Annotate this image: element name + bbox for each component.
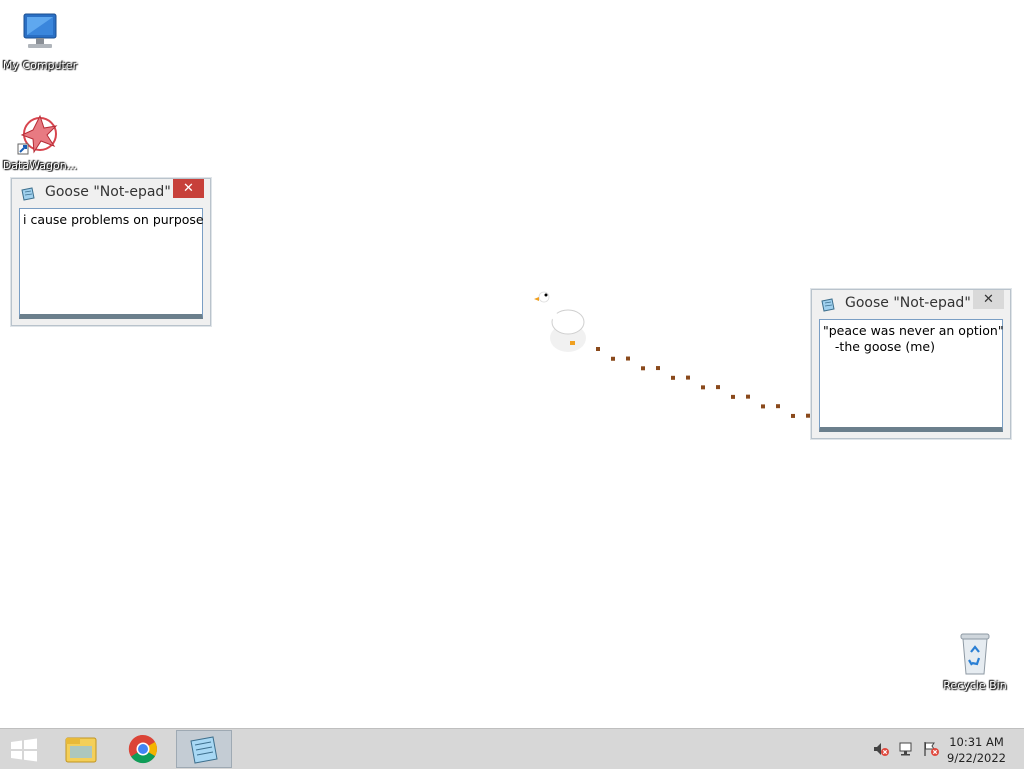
goose-footprint xyxy=(716,385,720,390)
goose-footprint xyxy=(596,347,600,351)
taskbar-chrome[interactable] xyxy=(115,730,171,768)
desktop-icon-my-computer[interactable]: My Computer xyxy=(0,10,80,72)
window-title: Goose "Not-epad" xyxy=(845,295,971,311)
file-explorer-icon xyxy=(65,737,97,763)
recycle-bin-icon xyxy=(951,630,999,678)
goose-footprint xyxy=(611,356,615,361)
goose-footprint xyxy=(806,413,810,418)
close-button[interactable]: ✕ xyxy=(973,290,1004,309)
clock-date: 9/22/2022 xyxy=(947,751,1006,765)
notepad-window[interactable]: Goose "Not-epad" ✕ "peace was never an o… xyxy=(811,289,1011,439)
goose-footprint xyxy=(776,404,780,409)
desktop-icon-recycle-bin[interactable]: Recycle Bin xyxy=(935,630,1015,692)
desktop: My Computer DataWagon... Recycle Bin Goo… xyxy=(0,0,1024,728)
goose-footprint xyxy=(761,404,765,409)
notepad-icon xyxy=(820,297,836,312)
notepad-icon xyxy=(20,186,36,201)
computer-icon xyxy=(16,10,64,58)
goose-footprint xyxy=(701,385,705,390)
desktop-icon-label: DataWagon... xyxy=(2,159,78,172)
taskbar: 10:31 AM 9/22/2022 xyxy=(0,728,1024,769)
goose-footprint xyxy=(731,394,735,399)
window-titlebar[interactable]: Goose "Not-epad" ✕ xyxy=(812,290,1010,318)
start-icon xyxy=(11,738,37,762)
goose-footprint xyxy=(791,413,795,418)
taskbar-notepad[interactable] xyxy=(176,730,232,768)
text-area[interactable]: "peace was never an option" -the goose (… xyxy=(819,319,1004,432)
start-button[interactable] xyxy=(0,730,48,768)
goose-footprint xyxy=(656,366,660,371)
window-titlebar[interactable]: Goose "Not-epad" ✕ xyxy=(12,179,210,207)
action-center-flag-icon[interactable] xyxy=(922,741,940,757)
goose-footprint xyxy=(746,394,750,399)
desktop-icon-datawagon[interactable]: DataWagon... xyxy=(0,110,80,172)
network-icon[interactable] xyxy=(898,741,916,757)
system-clock[interactable]: 10:31 AM 9/22/2022 xyxy=(947,734,1006,766)
notepad-icon xyxy=(190,736,218,764)
close-button[interactable]: ✕ xyxy=(173,179,204,198)
text-content: "peace was never an option" -the goose (… xyxy=(823,323,1004,354)
text-area[interactable]: i cause problems on purpose xyxy=(19,208,204,319)
goose-footprint xyxy=(686,375,690,380)
goose-footprint xyxy=(626,356,630,361)
goose-footprint xyxy=(671,375,675,380)
chrome-icon xyxy=(128,734,157,764)
goose-footprint xyxy=(641,366,645,371)
datawagon-icon xyxy=(16,110,64,158)
desktop-icon-label: Recycle Bin xyxy=(943,679,1007,692)
notepad-window[interactable]: Goose "Not-epad" ✕ i cause problems on p… xyxy=(11,178,211,326)
desktop-icon-label: My Computer xyxy=(2,59,78,72)
taskbar-file-explorer[interactable] xyxy=(54,730,110,768)
clock-time: 10:31 AM xyxy=(949,735,1004,749)
goose-sprite[interactable] xyxy=(534,291,586,352)
window-title: Goose "Not-epad" xyxy=(45,184,171,200)
text-content: i cause problems on purpose xyxy=(23,212,204,227)
volume-muted-icon[interactable] xyxy=(872,741,890,757)
